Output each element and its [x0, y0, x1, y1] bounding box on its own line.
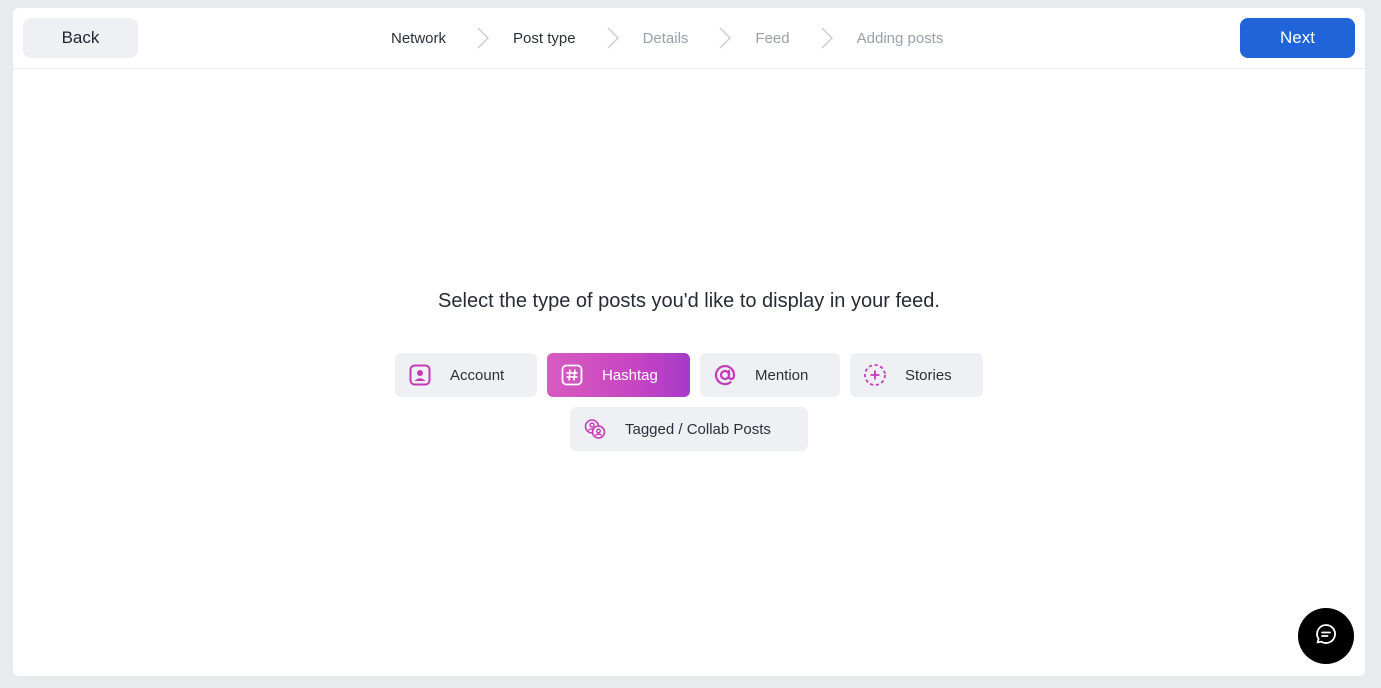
option-account[interactable]: Account [395, 353, 537, 397]
at-icon [713, 363, 737, 387]
back-button[interactable]: Back [23, 18, 138, 58]
option-hashtag[interactable]: Hashtag [547, 353, 690, 397]
chevron-right-icon [718, 26, 732, 50]
chevron-right-icon [820, 26, 834, 50]
option-label: Account [450, 366, 505, 384]
step-details[interactable]: Details [643, 30, 689, 47]
stories-icon [863, 363, 887, 387]
option-label: Stories [905, 366, 952, 384]
main-panel: Back Network Post type Details Feed Addi… [13, 8, 1365, 676]
option-label: Mention [755, 366, 809, 384]
step-network[interactable]: Network [391, 30, 446, 47]
step-post-type[interactable]: Post type [513, 30, 576, 47]
step-adding-posts[interactable]: Adding posts [857, 30, 944, 47]
wizard-header: Back Network Post type Details Feed Addi… [13, 8, 1365, 69]
tagged-icon [583, 417, 607, 441]
option-tagged-collab[interactable]: Tagged / Collab Posts [570, 407, 808, 451]
option-stories[interactable]: Stories [850, 353, 983, 397]
option-label: Hashtag [602, 366, 658, 384]
chat-icon [1314, 622, 1338, 651]
chevron-right-icon [606, 26, 620, 50]
next-button[interactable]: Next [1240, 18, 1355, 58]
option-mention[interactable]: Mention [700, 353, 840, 397]
chevron-right-icon [476, 26, 490, 50]
account-icon [408, 363, 432, 387]
breadcrumb: Network Post type Details Feed Adding po… [391, 8, 943, 68]
option-label: Tagged / Collab Posts [625, 420, 771, 438]
hashtag-icon [560, 363, 584, 387]
chat-button[interactable] [1298, 608, 1354, 664]
step-feed[interactable]: Feed [755, 30, 789, 47]
page-title: Select the type of posts you'd like to d… [438, 290, 940, 312]
